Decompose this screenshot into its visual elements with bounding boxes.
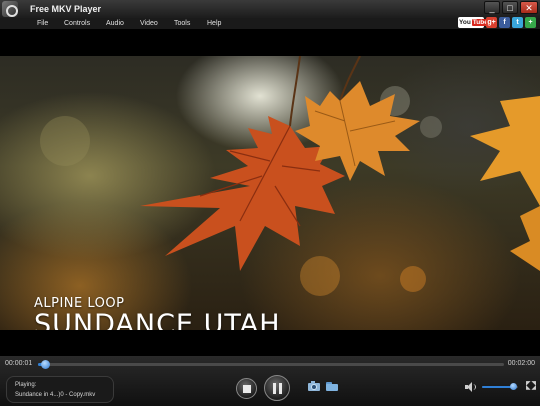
youtube-you-label: You: [459, 19, 471, 26]
youtube-button[interactable]: You Tube: [458, 17, 489, 28]
total-time: 00:02:00: [507, 360, 535, 367]
fullscreen-button[interactable]: ◤ ◥ ◣ ◢: [526, 381, 536, 391]
video-caption-big: SUNDANCE UTAH: [34, 309, 281, 330]
volume-handle[interactable]: [509, 383, 517, 390]
volume-slider[interactable]: [482, 383, 518, 390]
seek-handle[interactable]: [40, 360, 50, 369]
now-playing-panel: Playing: Sundance in 4...)0 - Copy.mkv: [6, 376, 114, 403]
twitter-button[interactable]: t: [512, 17, 523, 28]
menu-help[interactable]: Help: [207, 20, 221, 27]
close-button[interactable]: ✕: [520, 1, 538, 14]
share-button[interactable]: +: [525, 17, 536, 28]
pause-button[interactable]: [264, 375, 290, 401]
facebook-button[interactable]: f: [499, 17, 510, 28]
window-title: Free MKV Player: [30, 4, 102, 14]
social-links: You Tube g+ f t +: [458, 17, 536, 28]
menu-tools[interactable]: Tools: [174, 20, 190, 27]
video-area[interactable]: ALPINE LOOP SUNDANCE UTAH: [0, 29, 540, 356]
menu-audio[interactable]: Audio: [106, 20, 124, 27]
minimize-button[interactable]: _: [484, 1, 500, 14]
googleplus-button[interactable]: g+: [486, 17, 497, 28]
seek-bar[interactable]: [38, 360, 504, 369]
video-frame: ALPINE LOOP SUNDANCE UTAH: [0, 56, 540, 330]
title-bar: Free MKV Player _ □ ✕: [0, 0, 540, 18]
now-playing-label: Playing:: [15, 382, 37, 388]
menu-file[interactable]: File: [37, 20, 48, 27]
volume-level: [482, 386, 513, 388]
elapsed-time: 00:00:01: [5, 360, 33, 367]
maximize-button[interactable]: □: [502, 1, 518, 14]
stop-button[interactable]: [236, 378, 257, 399]
mute-button[interactable]: [465, 382, 476, 392]
snapshot-button[interactable]: [308, 381, 320, 391]
stop-icon: [243, 385, 251, 393]
control-bar: 00:00:01 00:02:00 Playing: Sundance in 4…: [0, 356, 540, 406]
window-controls: _ □ ✕: [484, 1, 538, 14]
menu-video[interactable]: Video: [140, 20, 158, 27]
menu-controls[interactable]: Controls: [64, 20, 90, 27]
now-playing-file: Sundance in 4...)0 - Copy.mkv: [15, 392, 96, 398]
autumn-leaves-image: [140, 56, 540, 271]
app-logo-icon: [2, 1, 18, 17]
open-file-button[interactable]: [326, 381, 338, 391]
